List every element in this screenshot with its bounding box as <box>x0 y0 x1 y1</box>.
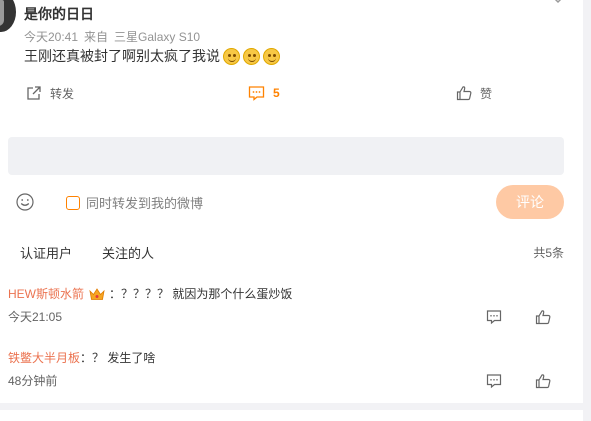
smile-emoji-icon <box>223 47 240 65</box>
thumbs-up-icon[interactable] <box>535 373 551 389</box>
post-text: 王刚还真被封了啊别太疯了我说 <box>24 46 280 66</box>
comment-separator: ： <box>80 351 93 365</box>
tab-following[interactable]: 关注的人 <box>102 243 154 262</box>
tab-verified-users[interactable]: 认证用户 <box>20 243 72 262</box>
thumbs-up-icon <box>456 86 472 101</box>
forward-button[interactable]: 转发 <box>26 80 74 106</box>
thumbs-up-icon[interactable] <box>535 309 551 325</box>
crown-badge-icon <box>89 287 105 300</box>
comment-icon <box>248 86 265 101</box>
reply-icon[interactable] <box>486 309 502 325</box>
emoji-picker-icon[interactable] <box>16 193 34 211</box>
sync-forward-option[interactable]: 同时转发到我的微博 <box>66 193 203 212</box>
sync-forward-checkbox[interactable] <box>66 195 80 210</box>
post-source-prefix: 来自 <box>84 30 109 44</box>
smile-emoji-icon <box>263 47 280 65</box>
page-gutter <box>583 0 591 421</box>
comment-filter-tabs: 认证用户 关注的人 <box>20 243 184 262</box>
comment-time: 48分钟前 <box>8 374 58 388</box>
comment-button[interactable]: 5 <box>248 80 280 106</box>
comment-text: ？？？？ 就因为那个什么蛋炒饭 <box>121 287 293 301</box>
post-actions: 转发 5 赞 <box>0 80 583 106</box>
comment-count: 5 <box>273 86 280 100</box>
post-meta: 今天20:41 来自 三星Galaxy S10 <box>24 28 206 45</box>
avatar[interactable] <box>0 0 16 32</box>
chevron-down-icon[interactable] <box>553 0 563 5</box>
reply-icon[interactable] <box>486 373 502 389</box>
post-time[interactable]: 今天20:41 <box>24 30 78 44</box>
sync-forward-label: 同时转发到我的微博 <box>86 196 204 211</box>
comment-username[interactable]: HEW斯顿水箭 <box>8 285 84 302</box>
like-button[interactable]: 赞 <box>456 80 492 106</box>
post-author[interactable]: 是你的日日 <box>24 4 94 24</box>
comment-line: 铁鳖大半月板 ： ？ 发生了啥 <box>8 349 155 366</box>
comment-actions <box>486 373 551 389</box>
comment-text: ？ 发生了啥 <box>92 351 156 365</box>
post-text-body: 王刚还真被封了啊别太疯了我说 <box>24 48 220 64</box>
post-source: 三星Galaxy S10 <box>114 30 201 44</box>
forward-label: 转发 <box>50 86 75 101</box>
weibo-post-card: 是你的日日 今天20:41 来自 三星Galaxy S10 王刚还真被封了啊别太疯了… <box>0 0 583 403</box>
forward-icon <box>27 86 41 100</box>
like-label: 赞 <box>480 86 493 101</box>
comment-actions <box>486 309 551 325</box>
comment-line: HEW斯顿水箭 ： ？？？？ 就因为那个什么蛋炒饭 <box>8 285 292 302</box>
comment-username[interactable]: 铁鳖大半月板 <box>8 349 80 366</box>
next-post-card <box>0 410 583 421</box>
submit-comment-button[interactable]: 评论 <box>496 185 564 219</box>
comment-separator: ： <box>109 287 122 301</box>
comment-input[interactable] <box>8 137 564 175</box>
smile-emoji-icon <box>243 47 260 65</box>
comment-total: 共5条 <box>533 246 564 260</box>
comment-time: 今天21:05 <box>8 310 63 324</box>
